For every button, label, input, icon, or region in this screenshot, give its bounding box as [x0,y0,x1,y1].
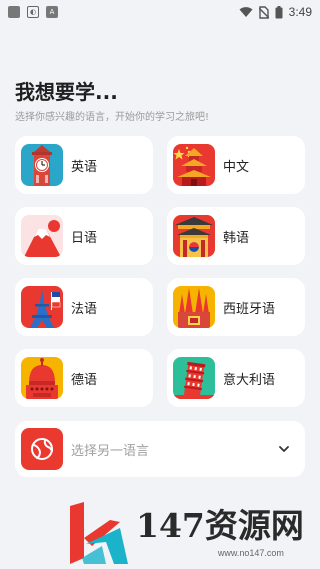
language-card-spanish[interactable]: 西班牙语 [167,278,305,336]
language-card-italian[interactable]: 意大利语 [167,349,305,407]
language-card-korean[interactable]: 韩语 [167,207,305,265]
watermark-url: www.no147.com [217,548,284,558]
language-card-english[interactable]: 英语 [15,136,153,194]
status-time: 3:49 [288,5,312,19]
sagrada-familia-icon [173,286,215,328]
language-label: 韩语 [223,230,250,246]
language-card-japanese[interactable]: 日语 [15,207,153,265]
eiffel-tower-icon [21,286,63,328]
a-letter-icon: A [46,6,58,18]
status-left: ◐ A [8,6,58,18]
language-card-french[interactable]: 法语 [15,278,153,336]
shield-icon: ◐ [27,6,39,18]
language-card-german[interactable]: 德语 [15,349,153,407]
language-label: 中文 [223,159,250,175]
big-ben-icon [21,144,63,186]
pagoda-icon [173,144,215,186]
watermark-logo-icon [70,502,128,564]
language-card-chinese[interactable]: 中文 [167,136,305,194]
german-helmet-icon [21,357,63,399]
wifi-icon [239,7,253,17]
korean-gate-icon [173,215,215,257]
language-label: 意大利语 [223,372,276,388]
chevron-down-icon[interactable] [277,442,291,456]
language-label: 日语 [71,230,98,246]
globe-icon [21,428,63,470]
select-other-language-row[interactable]: 选择另一语言 [15,421,305,477]
status-right: 3:49 [239,5,312,19]
mount-fuji-icon [21,215,63,257]
watermark-title: 147资源网 [136,506,304,545]
watermark-text: 147资源网 www.no147.com [136,509,304,558]
leaning-tower-icon [173,357,215,399]
language-label: 英语 [71,159,98,175]
page-title: 我想要学... [15,80,118,104]
select-other-language-label: 选择另一语言 [71,443,150,459]
battery-icon [275,5,283,18]
app-square-icon [8,6,20,18]
no-sim-icon [258,5,269,19]
watermark: 147资源网 www.no147.com [62,498,320,569]
status-bar: ◐ A 3:49 [0,0,320,24]
page-subtitle: 选择你感兴趣的语言，开始你的学习之旅吧! [15,112,210,123]
language-label: 法语 [71,301,98,317]
language-label: 德语 [71,372,98,388]
language-label: 西班牙语 [223,301,276,317]
